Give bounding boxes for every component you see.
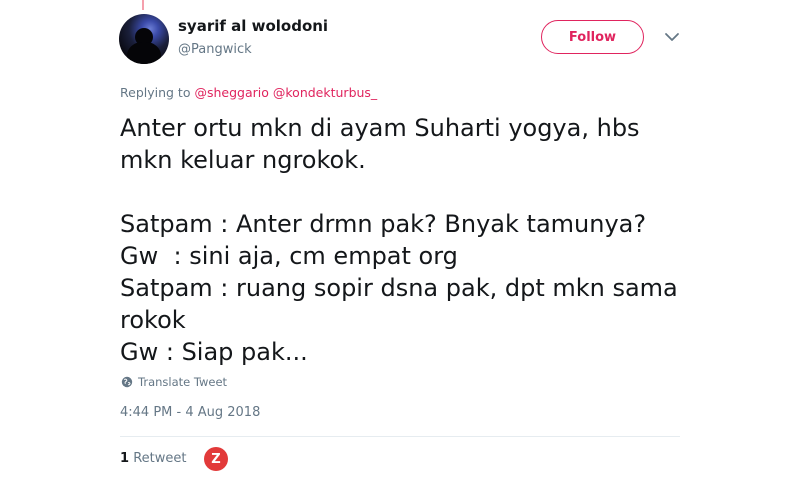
retweet-stats[interactable]: 1 Retweet bbox=[120, 451, 186, 466]
tweet-text-line bbox=[120, 176, 700, 208]
retweeter-avatar[interactable]: Z bbox=[204, 447, 228, 471]
retweet-label: Retweet bbox=[133, 451, 187, 466]
tweet-text-line: Gw : Siap pak... bbox=[120, 338, 308, 366]
tweet-text-line: Satpam : Anter drmn pak? Bnyak tamunya? bbox=[120, 210, 647, 238]
user-avatar[interactable] bbox=[119, 14, 169, 64]
follow-button[interactable]: Follow bbox=[541, 20, 644, 54]
mention-link-sheggario[interactable]: @sheggario bbox=[194, 85, 268, 100]
translate-tweet-link[interactable]: Translate Tweet bbox=[121, 375, 227, 389]
stats-divider bbox=[120, 436, 680, 437]
mention-link-kondekturbus[interactable]: @kondekturbus_ bbox=[273, 85, 377, 100]
user-handle[interactable]: @Pangwick bbox=[178, 42, 252, 57]
chevron-down-icon[interactable] bbox=[664, 31, 680, 43]
tweet-text-line: Satpam : ruang sopir dsna pak, dpt mkn s… bbox=[120, 274, 678, 302]
tweet-text: Anter ortu mkn di ayam Suharti yogya, hb… bbox=[120, 112, 700, 368]
avatar-body-shape bbox=[127, 42, 161, 64]
globe-icon bbox=[121, 376, 133, 388]
user-display-name[interactable]: syarif al wolodoni bbox=[178, 17, 328, 35]
tweet-text-line: mkn keluar ngrokok. bbox=[120, 146, 366, 174]
tweet-text-line: Gw : sini aja, cm empat org bbox=[120, 242, 458, 270]
retweet-count: 1 bbox=[120, 451, 130, 466]
translate-tweet-label: Translate Tweet bbox=[138, 375, 228, 389]
tweet-timestamp[interactable]: 4:44 PM - 4 Aug 2018 bbox=[120, 405, 260, 420]
tweet-card: syarif al wolodoni @Pangwick Follow Repl… bbox=[0, 0, 798, 480]
thread-connector-line bbox=[142, 0, 144, 10]
replying-to-line: Replying to @sheggario @kondekturbus_ bbox=[120, 85, 377, 100]
tweet-text-line: rokok bbox=[120, 306, 186, 334]
replying-to-prefix: Replying to bbox=[120, 85, 191, 100]
tweet-text-line: Anter ortu mkn di ayam Suharti yogya, hb… bbox=[120, 114, 640, 142]
